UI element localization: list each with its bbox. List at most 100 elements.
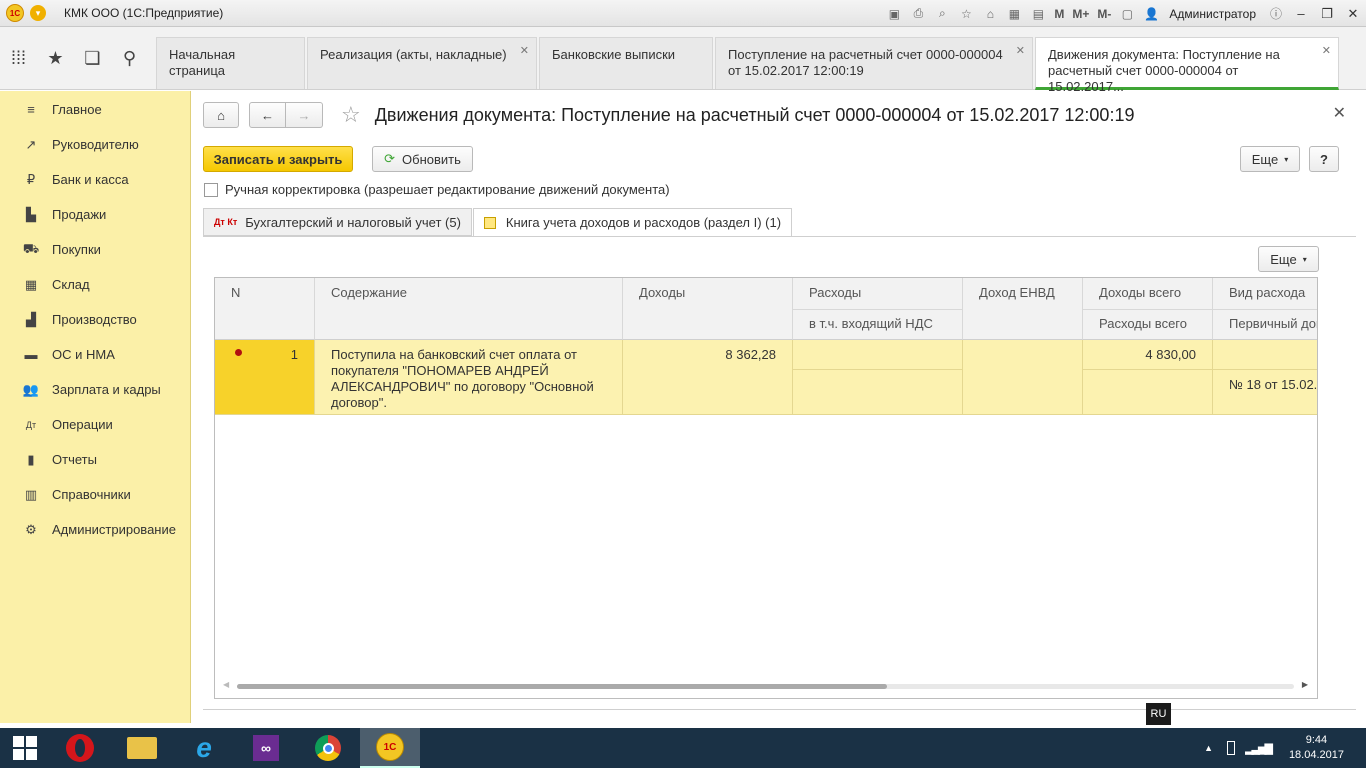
minimize-button[interactable]: –	[1288, 3, 1314, 25]
print-icon[interactable]: ⎙	[909, 6, 927, 22]
manual-edit-checkbox[interactable]	[204, 182, 218, 197]
calendar-icon[interactable]: ▤	[1029, 6, 1047, 22]
taskbar-ie[interactable]: e	[174, 728, 234, 768]
column-header-income[interactable]: Доходы	[623, 278, 793, 340]
save-icon[interactable]: ▣	[885, 6, 903, 22]
book-icon	[483, 216, 496, 229]
back-button[interactable]: ←	[249, 102, 286, 128]
main-menu-button[interactable]: ▾	[30, 5, 46, 21]
close-icon[interactable]: ✕	[520, 43, 529, 59]
sidebar-item-label: Продажи	[52, 207, 107, 222]
favorite-star-icon[interactable]: ☆	[341, 102, 361, 128]
more-button[interactable]: Еще ▾	[1240, 146, 1300, 172]
sidebar-item-operations[interactable]: Дт Операции	[0, 407, 190, 442]
table-more-button[interactable]: Еще ▾	[1258, 246, 1319, 272]
taskbar-chrome[interactable]	[298, 728, 358, 768]
start-button[interactable]	[0, 728, 50, 768]
cell-income-total[interactable]: 4 830,00	[1083, 340, 1213, 415]
scroll-left-icon[interactable]: ◀	[223, 680, 229, 689]
tab-income-expense-book[interactable]: Книга учета доходов и расходов (раздел I…	[472, 208, 793, 237]
table-row[interactable]: 1	[215, 340, 315, 415]
tab-receipt-document[interactable]: Поступление на расчетный счет 0000-00000…	[715, 37, 1033, 89]
column-header-expense[interactable]: Расходы в т.ч. входящий НДС	[793, 278, 963, 340]
close-form-icon[interactable]: ✕	[1333, 103, 1346, 123]
close-icon[interactable]: ✕	[1322, 43, 1331, 59]
favorites-star-icon[interactable]: ★	[37, 39, 74, 79]
memory-m-button[interactable]: M	[1054, 7, 1064, 21]
sidebar-item-manager[interactable]: ↗ Руководителю	[0, 127, 190, 162]
search-icon[interactable]: ⚲	[111, 39, 148, 79]
tab-bank-statements[interactable]: Банковские выписки	[539, 37, 713, 89]
sidebar-item-warehouse[interactable]: ▦ Склад	[0, 267, 190, 302]
cell-envd[interactable]	[963, 340, 1083, 415]
sidebar-item-main[interactable]: ≡ Главное	[0, 92, 190, 127]
favorites-add-icon[interactable]: ☆	[957, 6, 975, 22]
column-header-content[interactable]: Содержание	[315, 278, 623, 340]
close-window-button[interactable]: ✕	[1340, 3, 1366, 25]
divider	[203, 236, 1356, 237]
system-tray: ▲ ▂▃▅▇ 9:44 18.04.2017	[1204, 728, 1366, 768]
history-icon[interactable]: ❏	[74, 39, 111, 79]
column-header-n[interactable]: N	[215, 278, 315, 340]
calculator-icon[interactable]: ▦	[1005, 6, 1023, 22]
sidebar-item-salary[interactable]: 👥 Зарплата и кадры	[0, 372, 190, 407]
memory-plus-button[interactable]: M+	[1072, 7, 1089, 21]
sidebar-item-bank[interactable]: ₽ Банк и касса	[0, 162, 190, 197]
sidebar-item-label: Администрирование	[52, 522, 176, 537]
tab-document-movements[interactable]: Движения документа: Поступление на расче…	[1035, 37, 1339, 94]
cell-income[interactable]: 8 362,28	[623, 340, 793, 415]
scroll-thumb[interactable]	[237, 684, 887, 689]
scroll-right-icon[interactable]: ▶	[1302, 680, 1308, 689]
horizontal-scrollbar[interactable]: ◀ ▶	[223, 680, 1308, 691]
clock[interactable]: 9:44 18.04.2017	[1289, 733, 1344, 763]
preview-icon[interactable]: ⌕	[933, 6, 951, 22]
tab-home[interactable]: Начальная страница	[156, 37, 305, 89]
sidebar-item-assets[interactable]: ▬ ОС и НМА	[0, 337, 190, 372]
sections-grid-icon[interactable]: ⁞⁞⁞	[0, 39, 37, 79]
chrome-icon	[315, 735, 341, 761]
language-indicator[interactable]: RU	[1146, 703, 1171, 725]
truck-icon: ▬	[24, 347, 38, 362]
sidebar-item-admin[interactable]: ⚙ Администрирование	[0, 512, 190, 547]
forward-button[interactable]: →	[286, 102, 323, 128]
network-signal-icon[interactable]: ▂▃▅▇	[1245, 742, 1273, 755]
trend-icon: ↗	[25, 136, 37, 152]
bookmark-icon[interactable]: ⌂	[981, 6, 999, 22]
sidebar-item-sales[interactable]: ▙ Продажи	[0, 197, 190, 232]
info-icon[interactable]: ⓘ	[1267, 6, 1285, 22]
panel-layout-icon[interactable]: ▢	[1118, 6, 1136, 22]
sidebar-item-purchases[interactable]: ⛟ Покупки	[0, 232, 190, 267]
cell-content[interactable]: Поступила на банковский счет оплата от п…	[315, 340, 623, 415]
column-header-expense-kind[interactable]: Вид расхода Первичный док	[1213, 278, 1317, 340]
more-label: Еще	[1270, 251, 1297, 267]
help-button[interactable]: ?	[1309, 146, 1339, 172]
tab-sales[interactable]: Реализация (акты, накладные) ✕	[307, 37, 537, 89]
tray-expand-icon[interactable]: ▲	[1204, 743, 1213, 753]
taskbar-1c[interactable]: 1С	[360, 728, 420, 768]
bar-chart-icon: ▮	[27, 451, 35, 467]
sidebar-item-catalogs[interactable]: ▥ Справочники	[0, 477, 190, 512]
close-icon[interactable]: ✕	[1016, 43, 1025, 59]
cell-expense[interactable]	[793, 340, 963, 415]
people-icon: 👥	[22, 381, 40, 397]
sidebar-item-label: Покупки	[52, 242, 101, 257]
taskbar-opera[interactable]	[50, 728, 110, 768]
taskbar-explorer[interactable]	[112, 728, 172, 768]
home-button[interactable]: ⌂	[203, 102, 239, 128]
column-header-envd[interactable]: Доход ЕНВД	[963, 278, 1083, 340]
manual-edit-label: Ручная корректировка (разрешает редактир…	[225, 182, 670, 197]
battery-icon[interactable]	[1227, 741, 1236, 755]
column-header-income-total[interactable]: Доходы всего Расходы всего	[1083, 278, 1213, 340]
cell-primary-doc[interactable]: № 18 от 15.02.2	[1213, 340, 1317, 415]
user-name[interactable]: Администратор	[1169, 7, 1256, 21]
sidebar-item-production[interactable]: ▟ Производство	[0, 302, 190, 337]
taskbar-visual-studio[interactable]: ∞	[236, 728, 296, 768]
chevron-down-icon: ▾	[1284, 154, 1289, 164]
save-and-close-button[interactable]: Записать и закрыть	[203, 146, 353, 172]
memory-minus-button[interactable]: M-	[1097, 7, 1111, 21]
restore-button[interactable]: ❐	[1314, 3, 1340, 25]
tab-accounting-tax[interactable]: Дт Кт Бухгалтерский и налоговый учет (5)	[203, 208, 472, 236]
sidebar-item-reports[interactable]: ▮ Отчеты	[0, 442, 190, 477]
refresh-button[interactable]: ⟳ Обновить	[372, 146, 473, 172]
movements-table[interactable]: N Содержание Доходы Расходы в т.ч. входя…	[214, 277, 1318, 699]
